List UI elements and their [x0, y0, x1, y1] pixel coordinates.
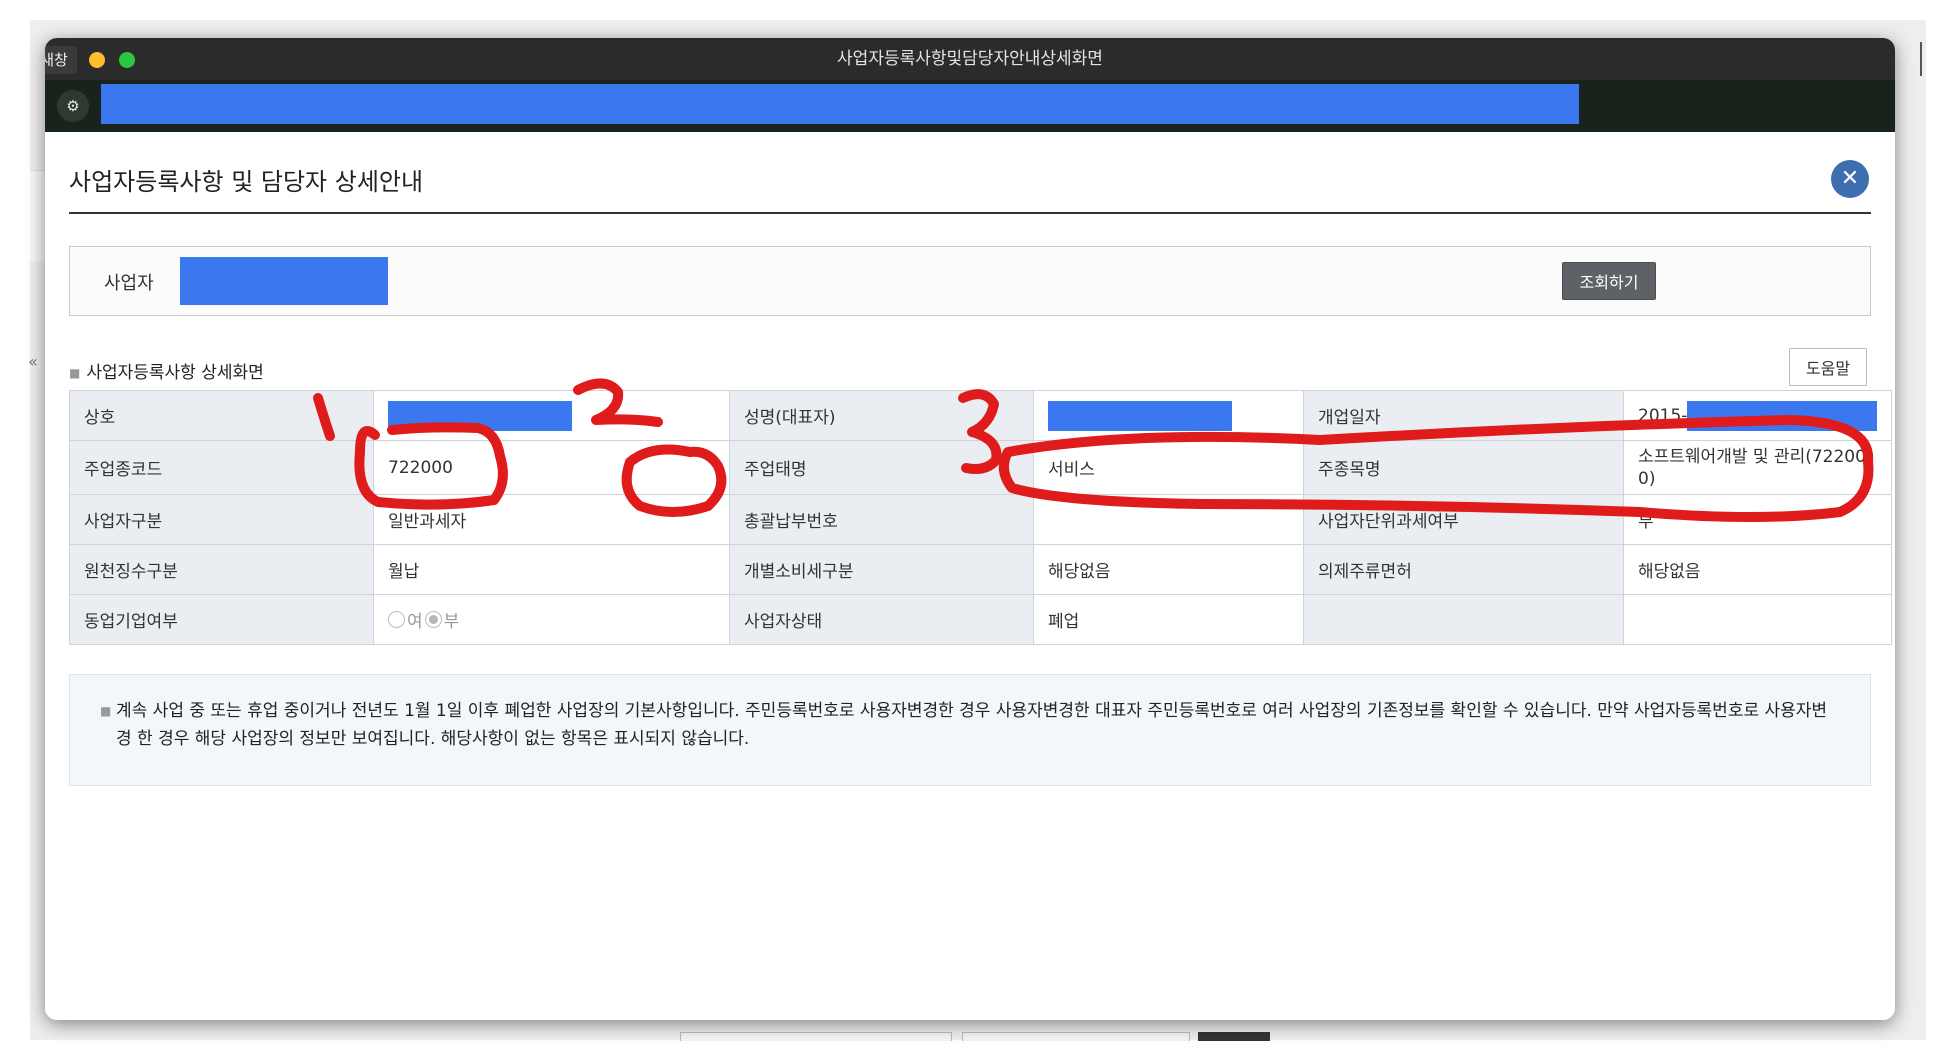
page-title: 사업자등록사항 및 담당자 상세안내 — [69, 168, 424, 196]
window-titlebar: 새창 사업자등록사항및담당자안내상세화면 — [45, 38, 1895, 80]
value-unit-taxation: 부 — [1622, 494, 1893, 545]
radio-no-label: 부 — [443, 612, 460, 632]
value-representative — [1033, 390, 1304, 441]
label-business-status: 사업자상태 — [729, 594, 1034, 645]
label-main-industry-code: 주업종코드 — [69, 440, 374, 495]
close-button[interactable]: ✕ — [1831, 160, 1869, 198]
label-partnership: 동업기업여부 — [69, 594, 374, 645]
table-row: 동업기업여부 여부 사업자상태 폐업 — [69, 594, 1893, 645]
business-detail-table: 상호 성명(대표자) 개업일자 2015- 주업종코드 722000 주업태명 … — [69, 390, 1893, 645]
title-divider — [69, 212, 1871, 214]
value-business-class: 일반과세자 — [373, 494, 730, 545]
value-consolidated-payment-number — [1033, 494, 1304, 545]
label-open-date: 개업일자 — [1303, 390, 1624, 441]
value-deemed-liquor-license: 해당없음 — [1622, 544, 1893, 595]
label-unit-taxation: 사업자단위과세여부 — [1303, 494, 1624, 545]
url-redacted[interactable] — [101, 84, 1579, 124]
background-edge-mark — [1908, 42, 1922, 76]
popup-window: 새창 사업자등록사항및담당자안내상세화면 ⚙ 사업자등록사항 및 담당자 상세안… — [45, 38, 1895, 1020]
bullet-icon: ■ — [100, 704, 112, 718]
background-tab — [1198, 1032, 1270, 1041]
value-main-item: 소프트웨어개발 및 관리(722000) — [1622, 440, 1893, 495]
value-individual-consumption-tax: 해당없음 — [1033, 544, 1304, 595]
label-main-item: 주종목명 — [1303, 440, 1624, 495]
search-label: 사업자 — [104, 273, 154, 294]
table-row: 원천징수구분 월납 개별소비세구분 해당없음 의제주류면허 해당없음 — [69, 544, 1893, 595]
value-withholding-type: 월납 — [373, 544, 730, 595]
radio-yes[interactable] — [388, 611, 405, 628]
value-empty — [1622, 594, 1893, 645]
value-partnership: 여부 — [373, 594, 730, 645]
search-button[interactable]: 조회하기 — [1562, 262, 1656, 300]
section-title-text: 사업자등록사항 상세화면 — [86, 363, 264, 383]
table-row: 상호 성명(대표자) 개업일자 2015- — [69, 390, 1893, 441]
table-row: 주업종코드 722000 주업태명 서비스 주종목명 소프트웨어개발 및 관리(… — [69, 440, 1893, 495]
help-button[interactable]: 도움말 — [1789, 348, 1867, 386]
label-withholding-type: 원천징수구분 — [69, 544, 374, 595]
label-empty — [1303, 594, 1624, 645]
table-row: 사업자구분 일반과세자 총괄납부번호 사업자단위과세여부 부 — [69, 494, 1893, 545]
section-title: ■ 사업자등록사항 상세화면 — [69, 358, 264, 383]
radio-yes-label: 여 — [407, 612, 423, 632]
label-main-business-type: 주업태명 — [729, 440, 1034, 495]
value-trade-name — [373, 390, 730, 441]
search-panel: 사업자 조회하기 — [69, 246, 1871, 316]
label-trade-name: 상호 — [69, 390, 374, 441]
open-date-text: 2015- — [1638, 405, 1688, 426]
value-open-date: 2015- — [1622, 390, 1893, 441]
label-business-class: 사업자구분 — [69, 494, 374, 545]
redacted-value — [1048, 400, 1232, 431]
background-tab — [680, 1032, 952, 1041]
window-title: 사업자등록사항및담당자안내상세화면 — [837, 49, 1103, 69]
background-tab — [962, 1032, 1190, 1041]
popup-content: 사업자등록사항 및 담당자 상세안내 ✕ 사업자 조회하기 ■ 사업자등록사항 상… — [45, 132, 1895, 1020]
value-main-industry-code: 722000 — [373, 440, 730, 495]
radio-no[interactable] — [424, 611, 442, 628]
value-business-status: 폐업 — [1033, 594, 1304, 645]
label-individual-consumption-tax: 개별소비세구분 — [729, 544, 1034, 595]
business-number-input-redacted[interactable] — [180, 257, 388, 305]
close-icon: ✕ — [1840, 166, 1860, 191]
site-settings-icon[interactable]: ⚙ — [57, 90, 89, 122]
notice-text: 계속 사업 중 또는 휴업 중이거나 전년도 1월 1일 이후 폐업한 사업장의… — [116, 701, 1828, 749]
notice-box: ■ 계속 사업 중 또는 휴업 중이거나 전년도 1월 1일 이후 폐업한 사업… — [69, 674, 1871, 786]
redacted-value — [1687, 400, 1878, 431]
label-deemed-liquor-license: 의제주류면허 — [1303, 544, 1624, 595]
redacted-value — [388, 400, 572, 431]
label-consolidated-payment-number: 총괄납부번호 — [729, 494, 1034, 545]
bullet-icon: ■ — [69, 366, 81, 380]
value-main-business-type: 서비스 — [1033, 440, 1304, 495]
label-representative: 성명(대표자) — [729, 390, 1034, 441]
background-collapse-icon: « — [28, 352, 38, 371]
url-bar: ⚙ — [45, 80, 1895, 132]
